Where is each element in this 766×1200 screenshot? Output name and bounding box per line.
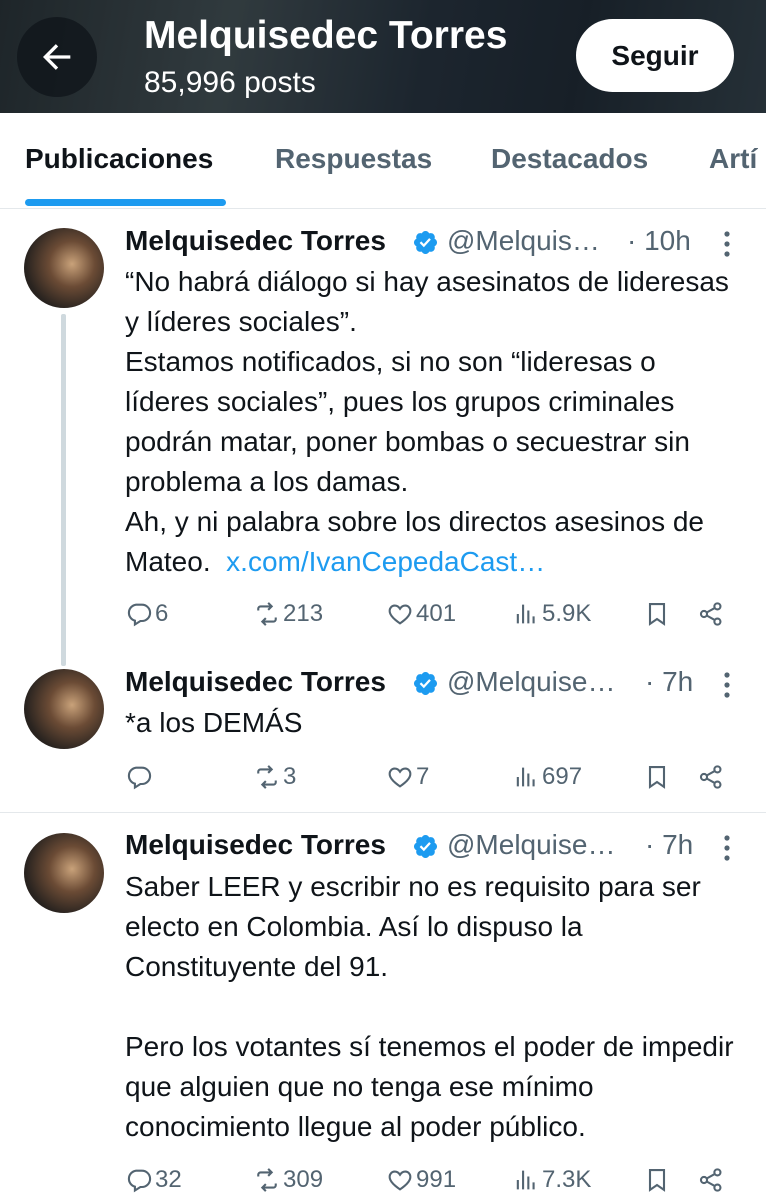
author-name[interactable]: Melquisedec Torres [125,225,386,257]
verified-badge-icon [413,230,438,255]
more-options-icon[interactable] [722,229,732,259]
repost-button[interactable]: 3 [253,757,296,797]
bookmark-icon [648,766,666,789]
heart-icon [388,1170,412,1191]
profile-name: Melquisedec Torres [144,14,508,57]
tab-destacados[interactable]: Destacados [491,143,648,175]
views-icon [516,767,535,787]
reply-icon [127,766,152,790]
back-button[interactable] [17,17,97,97]
profile-header: Melquisedec Torres 85,996 posts Seguir [0,0,766,113]
views-button[interactable]: 697 [512,757,582,797]
bookmark-button[interactable] [643,594,671,634]
bookmark-button[interactable] [643,757,671,797]
tab-articulos[interactable]: Artí [709,143,757,175]
view-count: 7.3K [542,1166,592,1193]
share-icon [699,602,722,626]
tweet-text: Saber LEER y escribir no es requisito pa… [125,871,734,1142]
repost-count: 309 [283,1166,324,1193]
repost-icon [257,1168,277,1192]
author-name[interactable]: Melquisedec Torres [125,666,386,698]
share-icon [699,765,722,789]
repost-button[interactable]: 309 [253,1160,323,1200]
reply-button[interactable]: 6 [125,594,168,634]
tweet-header: Melquisedec Torres @Melquis… · 10h [125,225,746,265]
reply-icon [127,1169,152,1193]
view-count: 697 [542,763,583,790]
reply-count: 32 [155,1166,182,1193]
tweet-actions: 3 7 697 [125,757,735,797]
avatar[interactable] [24,228,104,308]
avatar[interactable] [24,669,104,749]
verified-badge-icon [413,671,438,696]
tweet-actions: 6 213 401 5.9K [125,594,735,634]
tweet-header: Melquisedec Torres @Melquise… · 7h [125,666,746,706]
follow-button[interactable]: Seguir [576,19,734,92]
like-button[interactable]: 991 [386,1160,456,1200]
verified-badge-icon [413,834,438,859]
timestamp[interactable]: · 7h [645,666,693,698]
heart-icon [388,604,412,625]
arrow-left-icon [43,44,71,70]
profile-tabs: Publicaciones Respuestas Destacados Artí [0,113,766,209]
reply-button[interactable]: 32 [125,1160,182,1200]
more-options-icon[interactable] [722,833,732,863]
reply-count: 6 [155,600,169,627]
author-handle[interactable]: @Melquise… [447,666,615,698]
repost-icon [257,765,277,789]
views-icon [516,1170,535,1190]
repost-button[interactable]: 213 [253,594,323,634]
timestamp[interactable]: · 7h [645,829,693,861]
like-button[interactable]: 7 [386,757,429,797]
tweet-body: “No habrá diálogo si hay asesinatos de l… [125,266,729,577]
tweet-text: “No habrá diálogo si hay asesinatos de l… [125,262,745,582]
tweet-divider [0,812,766,813]
views-button[interactable]: 7.3K [512,1160,591,1200]
like-count: 401 [416,600,457,627]
repost-count: 213 [283,600,324,627]
share-icon [699,1168,722,1192]
reply-icon [127,603,152,627]
author-handle[interactable]: @Melquise… [447,829,615,861]
tweet-header: Melquisedec Torres @Melquise… · 7h [125,829,746,869]
heart-icon [388,767,412,788]
share-button[interactable] [697,594,725,634]
views-button[interactable]: 5.9K [512,594,591,634]
like-count: 7 [416,763,430,790]
view-count: 5.9K [542,600,592,627]
views-icon [516,604,535,624]
tweet-link[interactable]: x.com/IvanCepedaCast… [226,546,545,577]
repost-count: 3 [283,763,297,790]
like-button[interactable]: 401 [386,594,456,634]
tweet-actions: 32 309 991 7.3K [125,1160,735,1200]
bookmark-icon [648,603,666,626]
timestamp[interactable]: · 10h [627,225,691,257]
bookmark-button[interactable] [643,1160,671,1200]
tweet-text: *a los DEMÁS [125,707,303,738]
post-count: 85,996 posts [144,66,316,99]
thread-line [61,314,66,666]
active-tab-indicator [25,199,226,206]
avatar[interactable] [24,833,104,913]
tab-respuestas[interactable]: Respuestas [275,143,432,175]
repost-icon [257,602,277,626]
share-button[interactable] [697,757,725,797]
tab-publicaciones[interactable]: Publicaciones [25,143,213,175]
author-handle[interactable]: @Melquis… [447,225,600,257]
like-count: 991 [416,1166,457,1193]
reply-button[interactable] [125,757,155,797]
more-options-icon[interactable] [722,670,732,700]
share-button[interactable] [697,1160,725,1200]
author-name[interactable]: Melquisedec Torres [125,829,386,861]
bookmark-icon [648,1169,666,1192]
